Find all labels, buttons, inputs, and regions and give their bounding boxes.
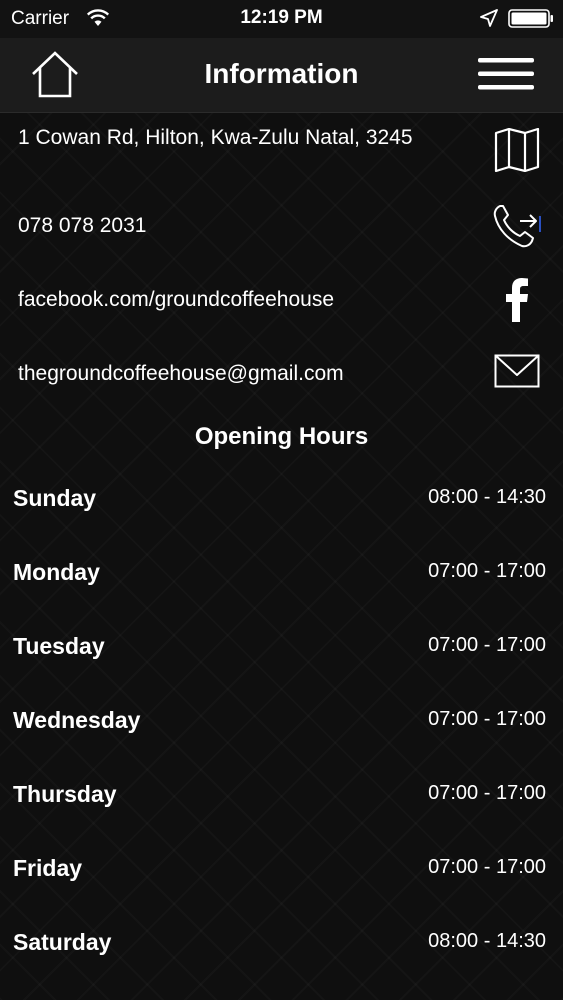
- day-label: Saturday: [13, 929, 112, 955]
- opening-hours-title: Opening Hours: [194, 423, 369, 450]
- email-row[interactable]: thegroundcoffeehouse@gmail.com: [0, 348, 563, 398]
- day-label: Monday: [13, 559, 100, 585]
- phone-call-icon[interactable]: [492, 202, 542, 252]
- day-hours: 07:00 - 17:00: [428, 560, 546, 582]
- day-label: Sunday: [13, 485, 97, 511]
- day-hours: 08:00 - 14:30: [428, 930, 546, 952]
- day-label: Tuesday: [13, 633, 105, 659]
- hours-row: Friday 07:00 - 17:00: [0, 851, 563, 891]
- nav-bar: Information: [0, 38, 563, 113]
- day-hours: 07:00 - 17:00: [428, 856, 546, 878]
- day-hours: 07:00 - 17:00: [428, 634, 546, 656]
- facebook-text: facebook.com/groundcoffeehouse: [18, 288, 335, 311]
- day-hours: 07:00 - 17:00: [428, 782, 546, 804]
- email-text: thegroundcoffeehouse@gmail.com: [18, 362, 344, 385]
- location-arrow-icon: [480, 9, 498, 27]
- day-label: Thursday: [13, 781, 117, 807]
- hours-row: Thursday 07:00 - 17:00: [0, 777, 563, 817]
- status-time: 12:19 PM: [240, 7, 323, 28]
- status-bar: Carrier 12:19 PM: [0, 0, 563, 38]
- address-row[interactable]: 1 Cowan Rd, Hilton, Kwa-Zulu Natal, 3245: [0, 122, 563, 192]
- hamburger-menu-icon[interactable]: [478, 56, 534, 92]
- phone-row[interactable]: 078 078 2031: [0, 200, 563, 250]
- day-label: Friday: [13, 855, 83, 881]
- day-label: Wednesday: [13, 707, 141, 733]
- facebook-icon[interactable]: [504, 276, 530, 322]
- phone-text: 078 078 2031: [18, 214, 147, 237]
- address-text: 1 Cowan Rd, Hilton, Kwa-Zulu Natal, 3245: [18, 126, 413, 149]
- map-icon[interactable]: [494, 128, 540, 172]
- day-hours: 07:00 - 17:00: [428, 708, 546, 730]
- mail-icon[interactable]: [494, 354, 540, 388]
- battery-icon: [508, 9, 553, 28]
- day-hours: 08:00 - 14:30: [428, 486, 546, 508]
- hours-row: Tuesday 07:00 - 17:00: [0, 629, 563, 669]
- facebook-row[interactable]: facebook.com/groundcoffeehouse: [0, 274, 563, 324]
- hours-row: Monday 07:00 - 17:00: [0, 555, 563, 595]
- hours-row: Sunday 08:00 - 14:30: [0, 481, 563, 521]
- hours-row: Saturday 08:00 - 14:30: [0, 925, 563, 965]
- hours-row: Wednesday 07:00 - 17:00: [0, 703, 563, 743]
